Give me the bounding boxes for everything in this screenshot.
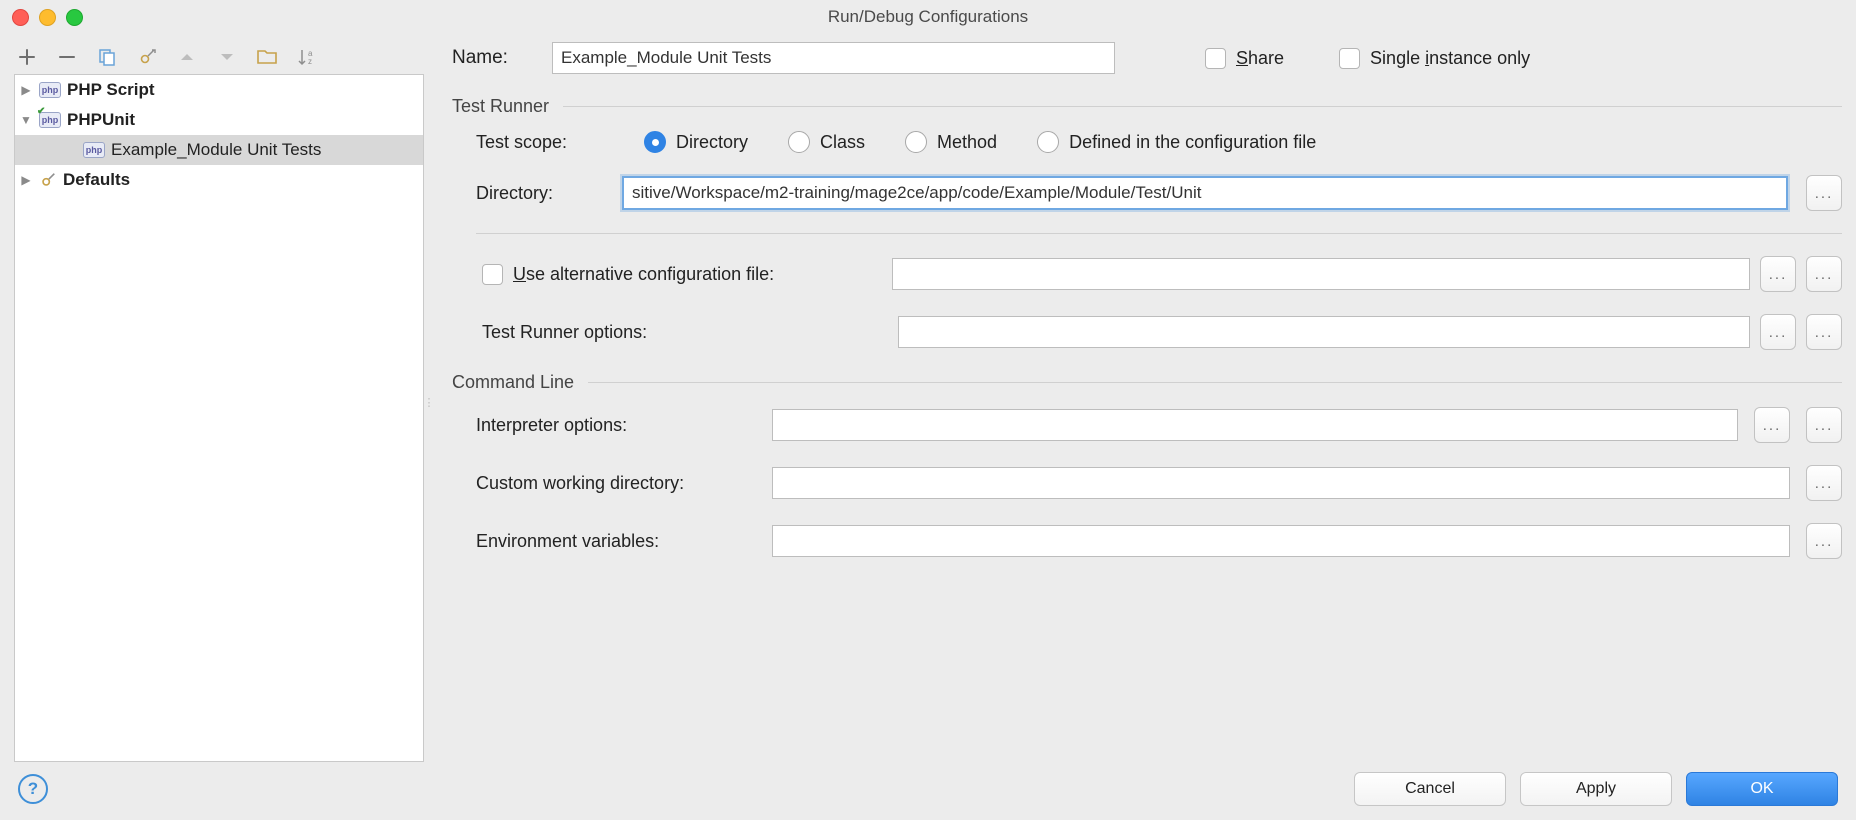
runner-options-label: Test Runner options:: [482, 322, 647, 343]
browse-alt-config-button[interactable]: ...: [1760, 256, 1796, 292]
single-instance-label: Single instance only: [1370, 48, 1530, 69]
runner-options-browse-button[interactable]: ...: [1760, 314, 1796, 350]
radio-icon[interactable]: [1037, 131, 1059, 153]
interpreter-options-input[interactable]: [772, 409, 1738, 441]
radio-icon[interactable]: [644, 131, 666, 153]
move-up-icon[interactable]: [176, 46, 198, 68]
copy-icon[interactable]: [96, 46, 118, 68]
scope-directory-option[interactable]: Directory: [644, 131, 748, 153]
expand-icon[interactable]: ▶: [19, 173, 33, 187]
test-scope-label: Test scope:: [476, 132, 604, 153]
settings-icon[interactable]: [136, 46, 158, 68]
use-alt-config-label: Use alternative configuration file:: [513, 264, 774, 285]
tree-node-php-script[interactable]: ▶ php PHP Script: [15, 75, 423, 105]
tree-label: PHPUnit: [67, 110, 135, 130]
folder-icon[interactable]: [256, 46, 278, 68]
configurations-tree[interactable]: ▶ php PHP Script ▼ php✔ PHPUnit php Exam…: [14, 74, 424, 762]
option-label: Directory: [676, 132, 748, 153]
directory-input[interactable]: [622, 176, 1788, 210]
option-label: Defined in the configuration file: [1069, 132, 1316, 153]
wrench-icon: [39, 171, 57, 189]
collapse-icon[interactable]: ▼: [19, 113, 33, 127]
name-input[interactable]: [552, 42, 1115, 74]
remove-icon[interactable]: [56, 46, 78, 68]
divider: [563, 106, 1842, 107]
interpreter-options-label: Interpreter options:: [476, 415, 756, 436]
scope-defined-option[interactable]: Defined in the configuration file: [1037, 131, 1316, 153]
radio-icon[interactable]: [788, 131, 810, 153]
dialog-footer: ? Cancel Apply OK: [0, 762, 1856, 816]
tree-node-phpunit[interactable]: ▼ php✔ PHPUnit: [15, 105, 423, 135]
cwd-label: Custom working directory:: [476, 473, 756, 494]
divider: [588, 382, 1842, 383]
expand-icon[interactable]: ▶: [19, 83, 33, 97]
option-label: Method: [937, 132, 997, 153]
use-alt-config-checkbox[interactable]: [482, 264, 503, 285]
divider: [476, 233, 1842, 234]
add-icon[interactable]: [16, 46, 38, 68]
radio-icon[interactable]: [905, 131, 927, 153]
tree-label: Defaults: [63, 170, 130, 190]
tree-node-defaults[interactable]: ▶ Defaults: [15, 165, 423, 195]
apply-button[interactable]: Apply: [1520, 772, 1672, 806]
help-icon[interactable]: ?: [18, 774, 48, 804]
scope-method-option[interactable]: Method: [905, 131, 997, 153]
splitter-handle[interactable]: ⋮: [424, 42, 432, 762]
share-checkbox[interactable]: [1205, 48, 1226, 69]
interpreter-browse-button[interactable]: ...: [1754, 407, 1790, 443]
window-title: Run/Debug Configurations: [0, 7, 1856, 27]
move-down-icon[interactable]: [216, 46, 238, 68]
php-icon: php: [39, 82, 61, 98]
name-row: Name: Share Single instance only: [452, 42, 1842, 74]
tree-label: Example_Module Unit Tests: [111, 140, 321, 160]
name-label: Name:: [452, 47, 552, 69]
php-icon: php: [83, 142, 105, 158]
alt-config-input[interactable]: [892, 258, 1750, 290]
option-label: Class: [820, 132, 865, 153]
directory-label: Directory:: [476, 183, 604, 204]
cancel-button[interactable]: Cancel: [1354, 772, 1506, 806]
title-bar: Run/Debug Configurations: [0, 0, 1856, 34]
tree-node-example-config[interactable]: php Example_Module Unit Tests: [15, 135, 423, 165]
env-browse-button[interactable]: ...: [1806, 523, 1842, 559]
test-runner-title: Test Runner: [452, 96, 549, 117]
runner-options-input[interactable]: [898, 316, 1750, 348]
tree-label: PHP Script: [67, 80, 155, 100]
command-line-title: Command Line: [452, 372, 574, 393]
single-instance-checkbox[interactable]: [1339, 48, 1360, 69]
cwd-input[interactable]: [772, 467, 1790, 499]
env-label: Environment variables:: [476, 531, 756, 552]
alt-config-extra-button[interactable]: ...: [1806, 256, 1842, 292]
sort-alpha-icon[interactable]: az: [296, 46, 318, 68]
scope-class-option[interactable]: Class: [788, 131, 865, 153]
env-input[interactable]: [772, 525, 1790, 557]
svg-text:z: z: [308, 57, 312, 66]
ok-button[interactable]: OK: [1686, 772, 1838, 806]
browse-directory-button[interactable]: ...: [1806, 175, 1842, 211]
interpreter-extra-button[interactable]: ...: [1806, 407, 1842, 443]
command-line-group: Command Line Interpreter options: ... ..…: [452, 372, 1842, 559]
share-label: Share: [1236, 48, 1284, 69]
phpunit-icon: php✔: [39, 112, 61, 128]
runner-options-extra-button[interactable]: ...: [1806, 314, 1842, 350]
config-toolbar: az: [14, 42, 424, 74]
cwd-browse-button[interactable]: ...: [1806, 465, 1842, 501]
test-runner-group: Test Runner Test scope: Directory Class: [452, 96, 1842, 350]
